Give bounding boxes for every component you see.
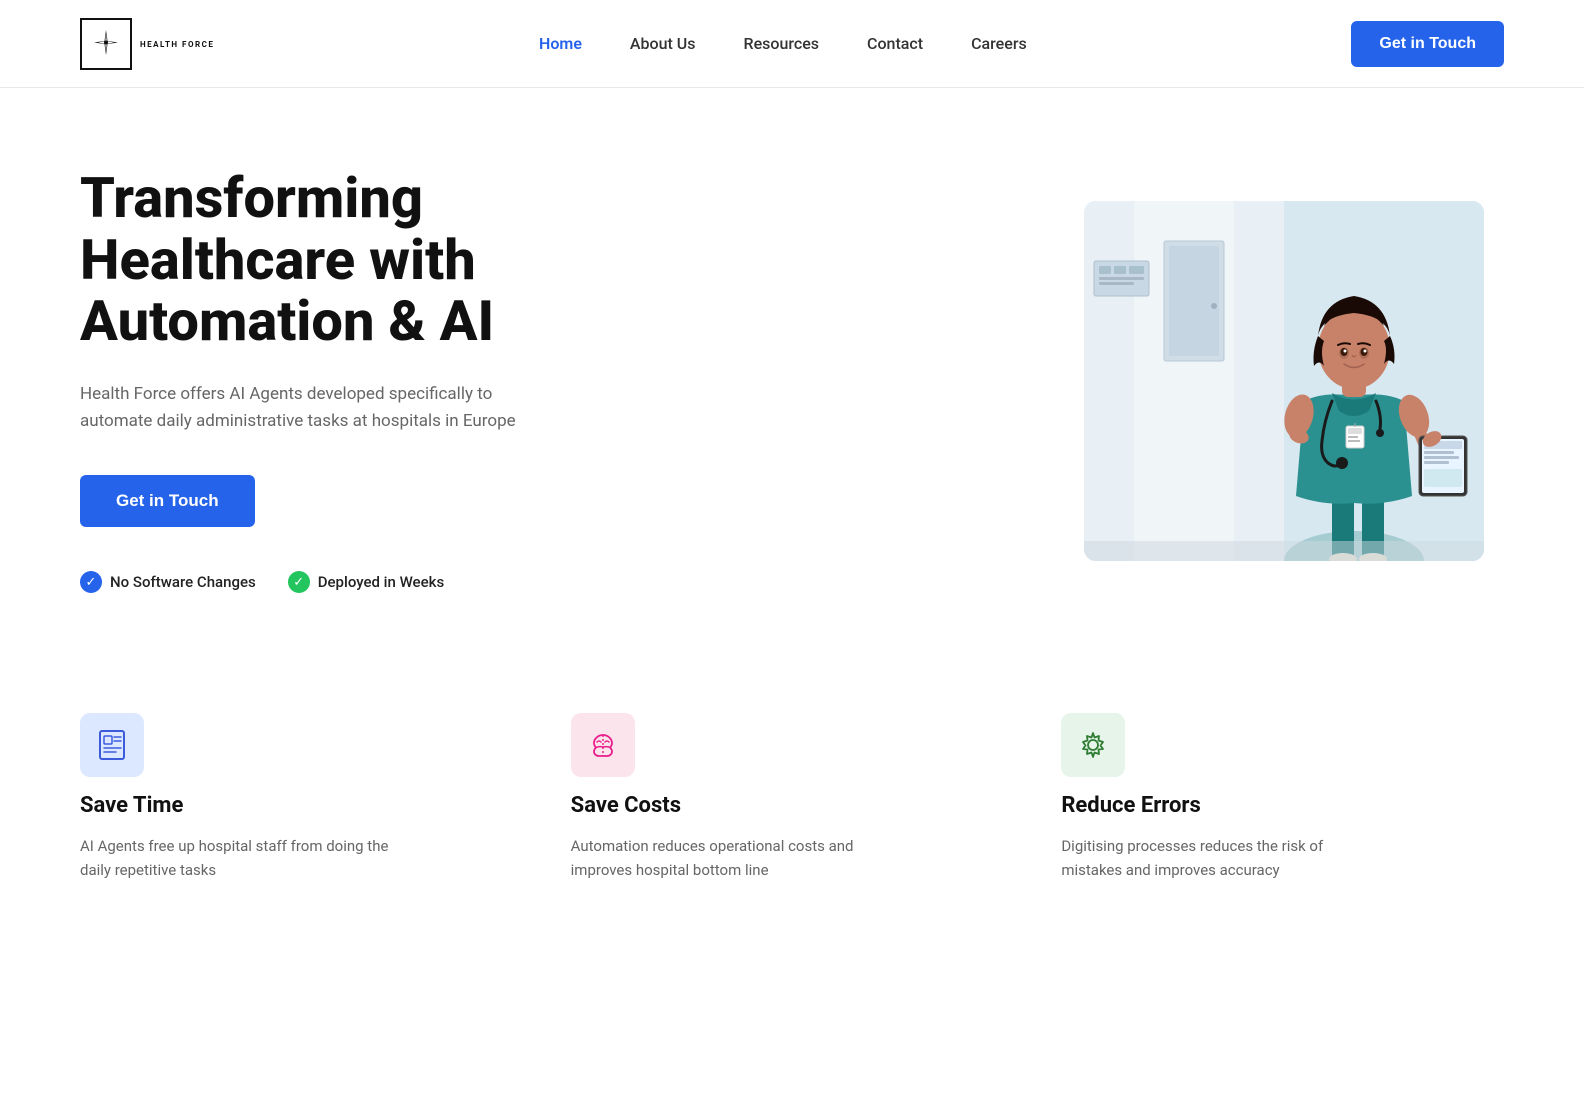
feature-desc-save-time: AI Agents free up hospital staff from do… bbox=[80, 834, 400, 882]
nav-links: Home About Us Resources Contact Careers bbox=[539, 34, 1027, 53]
gear-icon bbox=[1075, 727, 1111, 763]
hero-title: Transforming Healthcare with Automation … bbox=[80, 168, 640, 353]
hero-section: Transforming Healthcare with Automation … bbox=[0, 88, 1584, 653]
check-icon-blue: ✓ bbox=[80, 571, 102, 593]
feature-title-reduce-errors: Reduce Errors bbox=[1061, 793, 1504, 818]
feature-title-save-costs: Save Costs bbox=[571, 793, 1014, 818]
hero-cta-button[interactable]: Get in Touch bbox=[80, 475, 255, 527]
features-section: Save Time AI Agents free up hospital sta… bbox=[0, 653, 1584, 962]
hero-badges: ✓ No Software Changes ✓ Deployed in Week… bbox=[80, 571, 640, 593]
brain-icon bbox=[585, 727, 621, 763]
feature-save-costs: Save Costs Automation reduces operationa… bbox=[571, 713, 1014, 882]
nurse-illustration bbox=[1084, 201, 1484, 561]
logo-text: HEALTH FORCE bbox=[140, 40, 214, 50]
badge-no-software-label: No Software Changes bbox=[110, 573, 256, 591]
nav-about[interactable]: About Us bbox=[630, 34, 696, 53]
feature-reduce-errors: Reduce Errors Digitising processes reduc… bbox=[1061, 713, 1504, 882]
feature-desc-reduce-errors: Digitising processes reduces the risk of… bbox=[1061, 834, 1381, 882]
nav-cta-button[interactable]: Get in Touch bbox=[1351, 21, 1504, 67]
badge-no-software: ✓ No Software Changes bbox=[80, 571, 256, 593]
logo-star-icon bbox=[90, 28, 122, 60]
hero-image bbox=[1084, 201, 1504, 561]
feature-title-save-time: Save Time bbox=[80, 793, 523, 818]
hero-subtitle: Health Force offers AI Agents developed … bbox=[80, 381, 520, 435]
feature-icon-save-costs bbox=[571, 713, 635, 777]
feature-save-time: Save Time AI Agents free up hospital sta… bbox=[80, 713, 523, 882]
document-icon bbox=[94, 727, 130, 763]
badge-deployed: ✓ Deployed in Weeks bbox=[288, 571, 444, 593]
logo[interactable]: HEALTH FORCE bbox=[80, 18, 214, 70]
navbar: HEALTH FORCE Home About Us Resources Con… bbox=[0, 0, 1584, 88]
hero-content: Transforming Healthcare with Automation … bbox=[80, 168, 640, 593]
nav-contact[interactable]: Contact bbox=[867, 34, 923, 53]
logo-icon bbox=[80, 18, 132, 70]
check-icon-green: ✓ bbox=[288, 571, 310, 593]
nav-home[interactable]: Home bbox=[539, 34, 582, 53]
feature-icon-reduce-errors bbox=[1061, 713, 1125, 777]
nurse-image bbox=[1084, 201, 1484, 561]
nav-resources[interactable]: Resources bbox=[744, 34, 820, 53]
badge-deployed-label: Deployed in Weeks bbox=[318, 573, 444, 591]
feature-icon-save-time bbox=[80, 713, 144, 777]
nav-careers[interactable]: Careers bbox=[971, 34, 1027, 53]
feature-desc-save-costs: Automation reduces operational costs and… bbox=[571, 834, 891, 882]
